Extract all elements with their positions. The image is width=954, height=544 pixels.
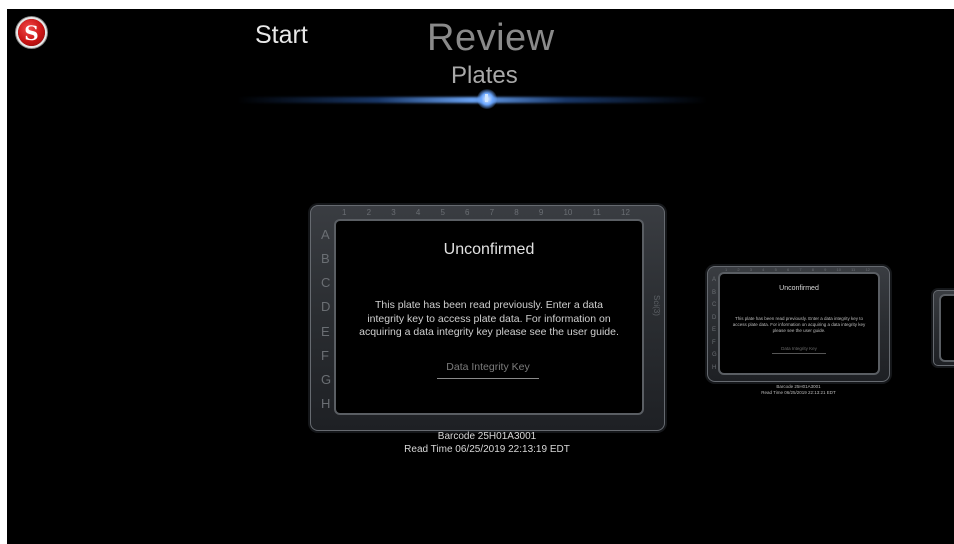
column-label: 8 xyxy=(811,267,814,272)
nav-position-marker xyxy=(485,94,488,102)
plate-barcode: Barcode 25H01A3001 xyxy=(437,431,537,442)
data-integrity-key-input[interactable]: Data Integrity Key xyxy=(772,346,826,354)
row-label: D xyxy=(712,314,717,321)
row-label: A xyxy=(321,227,330,242)
column-label: 11 xyxy=(592,208,601,217)
plate-caption-main: Barcode 25H01A3001 Read Time 06/25/2019 … xyxy=(337,430,637,456)
plate-display: Unconfirmed This plate has been read pre… xyxy=(336,221,642,413)
plate-row-labels: A B C D E F G H xyxy=(712,277,717,371)
row-label: B xyxy=(712,289,717,296)
row-label: C xyxy=(712,302,717,309)
column-label: 10 xyxy=(563,208,573,217)
column-label: 3 xyxy=(749,267,753,272)
plate-display xyxy=(941,296,954,360)
row-label: E xyxy=(321,323,330,339)
column-label: 2 xyxy=(366,208,372,217)
plate-message: This plate has been read previously. Ent… xyxy=(732,316,866,333)
column-label: 6 xyxy=(786,267,790,272)
plate-row-labels: A B C D E F G H xyxy=(321,227,331,411)
plate-read-time: Read Time 06/25/2019 22:13:19 EDT xyxy=(404,444,570,455)
logo-letter: S xyxy=(24,20,39,45)
column-label: 5 xyxy=(774,267,777,272)
plate-side-label: Sci(3) xyxy=(652,295,661,316)
column-label: 1 xyxy=(725,267,728,272)
column-label: 7 xyxy=(799,267,802,272)
column-label: 4 xyxy=(415,208,421,217)
plate-card-main[interactable]: 1 2 3 4 5 6 7 8 9 10 11 12 A B C D E F G… xyxy=(310,205,665,431)
row-label: B xyxy=(321,251,330,267)
data-integrity-key-input[interactable]: Data Integrity Key xyxy=(437,361,539,379)
column-label: 1 xyxy=(342,208,347,217)
plate-caption-secondary: Barcode 25H01A3001 Read Time 06/25/2019 … xyxy=(707,384,890,396)
column-label: 10 xyxy=(836,267,841,272)
row-label: A xyxy=(712,277,717,283)
plate-read-time: Read Time 06/25/2019 22:13:21 EDT xyxy=(761,390,836,395)
column-label: 6 xyxy=(465,208,470,217)
plate-card-secondary[interactable]: 1 2 3 4 5 6 7 8 9 10 11 12 A B C D E F G… xyxy=(707,266,890,382)
plate-display: Unconfirmed This plate has been read pre… xyxy=(720,274,878,373)
row-label: F xyxy=(321,347,329,363)
row-label: F xyxy=(712,339,716,346)
column-label: 11 xyxy=(851,267,856,272)
nav-highlight-bar xyxy=(237,97,707,103)
row-label: C xyxy=(321,275,331,291)
row-label: G xyxy=(712,352,717,359)
row-label: H xyxy=(321,395,331,411)
column-label: 2 xyxy=(737,267,740,272)
column-label: 4 xyxy=(762,267,765,272)
column-label: 12 xyxy=(865,267,870,272)
row-label: H xyxy=(712,364,717,371)
column-label: 12 xyxy=(621,208,630,217)
column-label: 8 xyxy=(514,208,519,217)
plate-column-labels: 1 2 3 4 5 6 7 8 9 10 11 12 xyxy=(725,267,870,272)
nav-review[interactable]: Review xyxy=(427,17,555,60)
plate-status: Unconfirmed xyxy=(779,285,819,292)
nav-plates[interactable]: Plates xyxy=(451,62,518,90)
plate-message: This plate has been read previously. Ent… xyxy=(359,299,619,338)
row-label: G xyxy=(321,371,332,387)
column-label: 3 xyxy=(391,208,396,217)
app-screen: S Start Review Plates 1 2 3 4 5 6 7 8 9 … xyxy=(7,9,954,544)
app-logo[interactable]: S xyxy=(18,19,45,46)
row-label: D xyxy=(321,299,331,315)
column-label: 5 xyxy=(440,208,445,217)
plate-card-next[interactable] xyxy=(933,290,954,366)
row-label: E xyxy=(712,327,717,334)
column-label: 7 xyxy=(489,208,495,217)
plate-status: Unconfirmed xyxy=(443,241,535,258)
column-label: 9 xyxy=(824,267,827,272)
column-label: 9 xyxy=(538,208,544,217)
nav-start[interactable]: Start xyxy=(255,21,308,50)
plate-column-labels: 1 2 3 4 5 6 7 8 9 10 11 12 xyxy=(342,208,630,217)
